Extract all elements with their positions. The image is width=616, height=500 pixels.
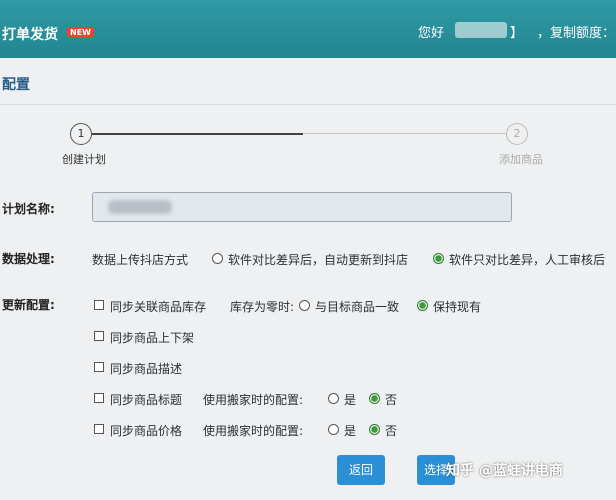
step-progress-active bbox=[91, 133, 303, 135]
sync-desc-label: 同步商品描述 bbox=[110, 362, 183, 376]
back-button[interactable]: 返回 bbox=[337, 455, 385, 485]
radio-manual-review[interactable] bbox=[433, 253, 444, 264]
radio-auto-update[interactable] bbox=[212, 253, 223, 264]
sync-title-checkbox[interactable] bbox=[94, 393, 104, 403]
radio-manual-review-label: 软件只对比差异，人工审核后 bbox=[449, 253, 606, 267]
title-radio-yes[interactable] bbox=[328, 393, 339, 404]
step-progress-idle bbox=[303, 133, 508, 134]
price-radio-no-label: 否 bbox=[385, 424, 398, 438]
stock-zero-label: 库存为零时: bbox=[230, 300, 295, 314]
section-title: 配置 bbox=[2, 77, 30, 93]
price-radio-yes[interactable] bbox=[328, 424, 339, 435]
bracket-text: 】 bbox=[510, 26, 524, 41]
update-config-label: 更新配置: bbox=[2, 298, 55, 312]
sync-stock-label: 同步关联商品库存 bbox=[110, 300, 207, 314]
greeting-text: 您好 bbox=[418, 26, 445, 41]
top-header: 打单发货 NEW 您好 】 ，复制额度：已 bbox=[0, 0, 616, 58]
sync-price-checkbox[interactable] bbox=[94, 424, 104, 434]
plan-name-label: 计划名称: bbox=[2, 202, 55, 216]
section-divider bbox=[0, 104, 616, 105]
price-radio-no[interactable] bbox=[369, 424, 380, 435]
sync-stock-checkbox[interactable] bbox=[94, 300, 104, 310]
data-method-label: 数据上传抖店方式 bbox=[92, 253, 189, 267]
radio-match-target[interactable] bbox=[299, 300, 310, 311]
watermark-text: 知乎 @蓝蛙讲电商 bbox=[446, 463, 563, 479]
sync-shelf-label: 同步商品上下架 bbox=[110, 331, 195, 345]
title-radio-yes-label: 是 bbox=[344, 393, 357, 407]
radio-keep-current-label: 保持现有 bbox=[433, 300, 482, 314]
quota-label: ，复制额度：已 bbox=[537, 26, 616, 41]
radio-match-target-label: 与目标商品一致 bbox=[315, 300, 400, 314]
username-redacted bbox=[455, 22, 507, 38]
plan-name-redacted bbox=[108, 200, 172, 214]
radio-keep-current[interactable] bbox=[417, 300, 428, 311]
new-badge: NEW bbox=[67, 27, 94, 38]
step-1-circle: 1 bbox=[70, 123, 92, 145]
title-move-config-label: 使用搬家时的配置: bbox=[203, 393, 304, 407]
sync-price-label: 同步商品价格 bbox=[110, 424, 183, 438]
title-radio-no[interactable] bbox=[369, 393, 380, 404]
sync-desc-checkbox[interactable] bbox=[94, 362, 104, 372]
price-move-config-label: 使用搬家时的配置: bbox=[203, 424, 304, 438]
radio-auto-update-label: 软件对比差异后，自动更新到抖店 bbox=[228, 253, 409, 267]
price-radio-yes-label: 是 bbox=[344, 424, 357, 438]
step-2-circle: 2 bbox=[506, 123, 528, 145]
app-title: 打单发货 bbox=[2, 27, 58, 43]
data-processing-label: 数据处理: bbox=[2, 252, 55, 266]
sync-shelf-checkbox[interactable] bbox=[94, 331, 104, 341]
step-1-label: 创建计划 bbox=[62, 153, 106, 166]
step-2-label: 添加商品 bbox=[499, 153, 543, 166]
sync-title-label: 同步商品标题 bbox=[110, 393, 183, 407]
title-radio-no-label: 否 bbox=[385, 393, 398, 407]
